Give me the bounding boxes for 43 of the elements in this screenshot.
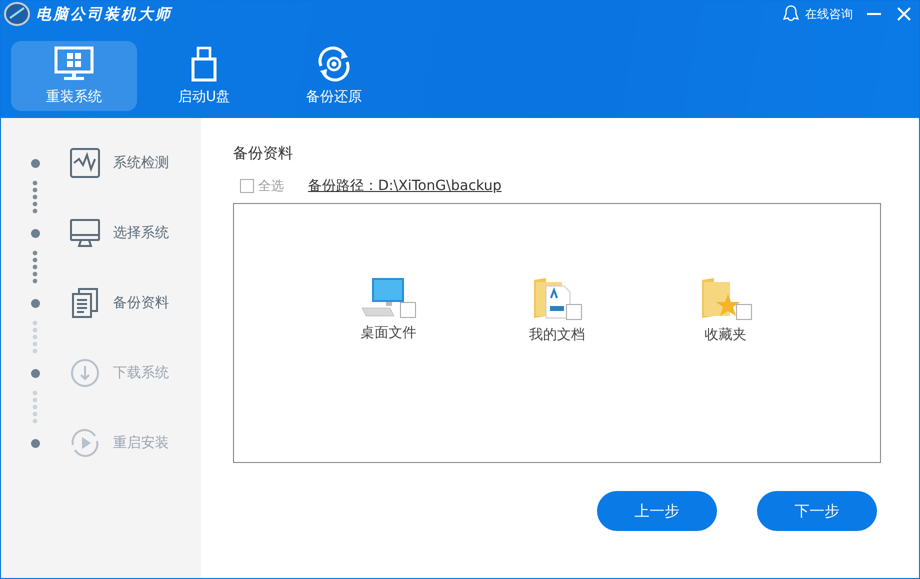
step-button[interactable]: 上一步 (597, 491, 717, 531)
select-all-checkbox[interactable] (240, 179, 254, 193)
online-consult-link[interactable]: 在线咨询 (805, 6, 853, 22)
step-dot (30, 438, 40, 448)
step-label: 备份资料 (113, 294, 169, 312)
usb-drive-icon (190, 46, 218, 82)
connector-dots (32, 250, 38, 286)
monitor-icon (54, 46, 94, 82)
folder-star-icon (700, 276, 742, 320)
item-label: 桌面文件 (360, 324, 416, 342)
step-label: 重启安装 (113, 434, 169, 452)
item-label: 收藏夹 (704, 326, 747, 344)
step-dot (30, 298, 40, 308)
step-dot (30, 158, 40, 168)
monitor-icon (69, 217, 101, 249)
window-title: 电脑公司装机大师 (36, 4, 174, 24)
item-checkbox[interactable] (566, 304, 582, 320)
close-icon[interactable] (895, 6, 913, 22)
step-label: 下载系统 (113, 364, 169, 382)
step-label: 选择系统 (113, 224, 169, 242)
step-dot (30, 228, 40, 238)
backup-path-link[interactable]: 备份路径：D:\XiTonG\backup (308, 177, 502, 195)
computer-icon (360, 276, 406, 318)
item-checkbox[interactable] (736, 304, 752, 320)
step-dot (30, 368, 40, 378)
item-label: 我的文档 (528, 326, 585, 344)
folder-document-icon (532, 276, 572, 320)
logo-icon (4, 2, 30, 26)
nav-tab[interactable]: 重装系统 (11, 41, 137, 111)
connector-dots (32, 390, 38, 426)
step-label: 系统检测 (113, 154, 169, 172)
select-all-label: 全选 (258, 178, 284, 195)
replay-icon (69, 427, 101, 459)
section-title: 备份资料 (233, 144, 294, 163)
step-button[interactable]: 下一步 (757, 491, 877, 531)
pulse-icon (69, 147, 101, 179)
connector-dots (32, 180, 38, 216)
download-icon (69, 357, 101, 389)
connector-dots (32, 320, 38, 356)
item-checkbox[interactable] (400, 302, 416, 318)
nav-tab[interactable]: 备份还原 (271, 41, 397, 111)
documents-icon (69, 287, 101, 319)
nav-tab[interactable]: 启动U盘 (141, 41, 267, 111)
